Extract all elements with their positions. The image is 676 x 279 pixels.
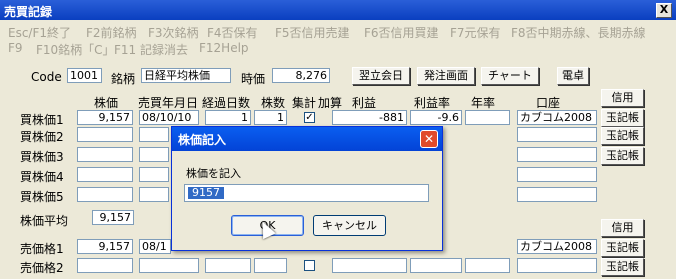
menu-item-f4[interactable]: F4否保有: [207, 24, 258, 41]
sell-price-field[interactable]: 9,157: [77, 239, 133, 254]
price-entry-dialog: 株価記入 ✕ 株価を記入 9157 OK キャンセル: [171, 126, 443, 251]
cancel-button[interactable]: キャンセル: [313, 215, 386, 236]
buy-date-field[interactable]: [139, 127, 169, 142]
sell-price-field[interactable]: [77, 258, 133, 273]
buy-price-field[interactable]: [77, 127, 133, 142]
meigara-field[interactable]: 日経平均株価: [141, 68, 231, 83]
menu-item-f3[interactable]: F3次銘柄: [148, 24, 199, 41]
function-key-menu: Esc/F1終了 F2前銘柄 F3次銘柄 F4否保有 F5否信用売建 F6否信用…: [0, 20, 676, 58]
buy-date-field[interactable]: [139, 167, 169, 182]
buy-row-label: 買株価1: [20, 113, 64, 127]
header-rate: 利益率: [414, 96, 451, 110]
buy-account-field[interactable]: [517, 127, 597, 142]
sell-days-field[interactable]: [205, 258, 251, 273]
close-icon[interactable]: ✕: [420, 130, 438, 148]
buy-rate-field[interactable]: -9.6: [410, 110, 462, 125]
window-titlebar: 売買記録 X: [0, 0, 676, 20]
menu-item-f6[interactable]: F6否信用買建: [364, 24, 439, 41]
menu-item-f8[interactable]: F8否中期赤線、長期赤線: [511, 24, 646, 41]
header-shares: 株数: [261, 96, 286, 110]
chart-button[interactable]: チャート: [481, 67, 539, 85]
calculator-button[interactable]: 電卓: [557, 67, 589, 85]
buy-profit-field[interactable]: -881: [332, 110, 407, 125]
buy-row-label: 買株価3: [20, 150, 64, 164]
buy-shares-field[interactable]: 1: [254, 110, 287, 125]
order-screen-button[interactable]: 発注画面: [417, 67, 475, 85]
price-input[interactable]: 9157: [184, 184, 429, 202]
meigara-label: 銘柄: [111, 72, 136, 86]
sell-date-field[interactable]: [139, 258, 199, 273]
buy-price-field[interactable]: 9,157: [77, 110, 133, 125]
buy-row-label: 買株価5: [20, 190, 64, 204]
next-session-button[interactable]: 翌立会日: [352, 67, 410, 85]
sell-total-checkbox[interactable]: [304, 260, 315, 271]
header-annual: 年率: [471, 96, 496, 110]
menu-item-f9[interactable]: F9: [8, 41, 23, 55]
code-label: Code: [31, 70, 62, 84]
buy-price-field[interactable]: [77, 187, 133, 202]
menu-item-f11[interactable]: F11 記録消去: [114, 41, 188, 58]
jika-field[interactable]: 8,276: [272, 68, 330, 83]
buy-row-label: 買株価2: [20, 130, 64, 144]
buy-row-label: 買株価4: [20, 170, 64, 184]
position-log-button[interactable]: 玉記帳: [601, 109, 644, 127]
sell-account-field[interactable]: [517, 258, 597, 273]
credit-button-sell[interactable]: 信用: [601, 219, 644, 237]
price-input-value: 9157: [188, 187, 224, 199]
header-price: 株価: [94, 96, 119, 110]
average-label: 株価平均: [20, 214, 69, 228]
buy-account-field[interactable]: [517, 147, 597, 162]
buy-date-field[interactable]: [139, 147, 169, 162]
code-field[interactable]: 1001: [67, 68, 102, 83]
window-title: 売買記録: [4, 5, 53, 19]
buy-total-checkbox[interactable]: ✓: [304, 112, 315, 123]
position-log-button[interactable]: 玉記帳: [601, 127, 644, 145]
menu-item-f12[interactable]: F12Help: [199, 41, 249, 55]
menu-item-f2[interactable]: F2前銘柄: [86, 24, 137, 41]
buy-account-field[interactable]: [517, 167, 597, 182]
buy-date-field[interactable]: [139, 187, 169, 202]
position-log-button[interactable]: 玉記帳: [601, 147, 644, 165]
sell-profit-field[interactable]: [332, 258, 407, 273]
sell-shares-field[interactable]: [254, 258, 287, 273]
sell-rate-field[interactable]: [410, 258, 462, 273]
header-account: 口座: [536, 96, 561, 110]
header-total: 集計: [292, 96, 317, 110]
menu-item-f5[interactable]: F5否信用売建: [275, 24, 350, 41]
sell-row-label: 売価格1: [20, 242, 64, 256]
close-icon[interactable]: X: [656, 3, 672, 18]
buy-date-field[interactable]: 08/10/10: [139, 110, 199, 125]
menu-item-f10[interactable]: F10銘柄「C」: [36, 41, 115, 58]
header-date: 売買年月日: [138, 96, 199, 110]
position-log-button[interactable]: 玉記帳: [601, 239, 644, 257]
buy-price-field[interactable]: [77, 147, 133, 162]
sell-date-field[interactable]: 08/1: [139, 239, 171, 254]
sell-row-label: 売価格2: [20, 261, 64, 275]
buy-days-field[interactable]: 1: [205, 110, 251, 125]
credit-button[interactable]: 信用: [601, 89, 644, 107]
sell-annual-field[interactable]: [465, 258, 510, 273]
position-log-button[interactable]: 玉記帳: [601, 258, 644, 276]
sell-account-field[interactable]: カブコム2008: [517, 239, 597, 254]
dialog-titlebar: 株価記入 ✕: [172, 127, 442, 151]
jika-label: 時価: [241, 72, 266, 86]
average-field[interactable]: 9,157: [92, 210, 134, 225]
dialog-prompt: 株価を記入: [186, 167, 241, 180]
header-profit: 利益: [352, 96, 377, 110]
buy-annual-field[interactable]: [465, 110, 510, 125]
buy-price-field[interactable]: [77, 167, 133, 182]
header-addon: 加算: [318, 96, 343, 110]
dialog-title: 株価記入: [178, 133, 227, 147]
header-days: 経過日数: [202, 96, 251, 110]
menu-item-esc[interactable]: Esc/F1終了: [8, 24, 71, 41]
buy-account-field[interactable]: [517, 187, 597, 202]
menu-item-f7[interactable]: F7元保有: [450, 24, 501, 41]
buy-account-field[interactable]: カブコム2008: [517, 110, 597, 125]
